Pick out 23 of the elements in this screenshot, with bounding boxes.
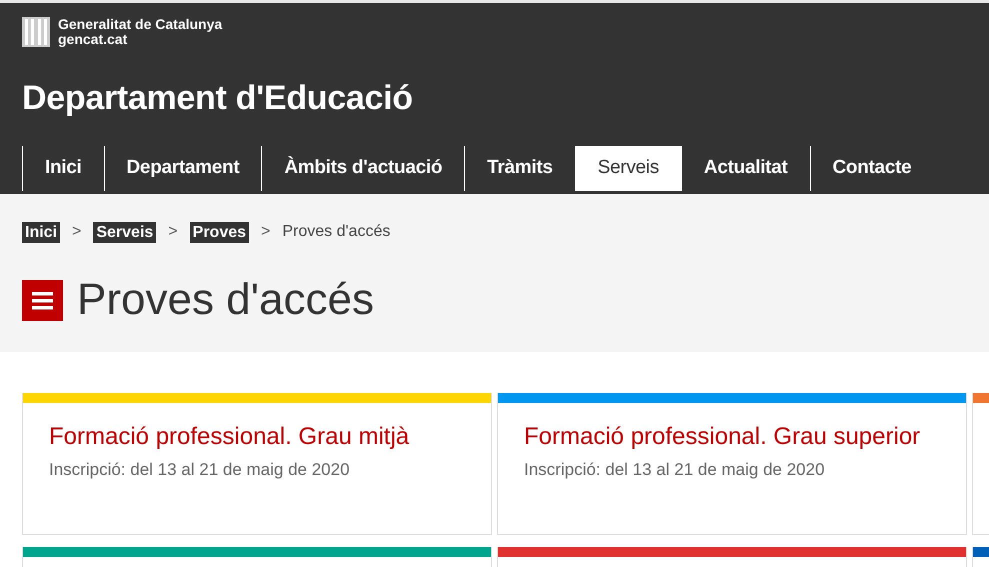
- brand-name: Generalitat de Catalunya: [58, 17, 222, 32]
- nav-tab[interactable]: Inici: [22, 146, 104, 191]
- coat-of-arms-icon: [22, 17, 50, 47]
- menu-icon[interactable]: [22, 280, 63, 320]
- card-title-link[interactable]: Formació professional. Grau mitjà: [49, 420, 449, 453]
- nav-tab[interactable]: Serveis: [574, 146, 681, 191]
- breadcrumb-separator-icon: >: [72, 220, 82, 244]
- brand-site: gencat.cat: [58, 32, 128, 47]
- breadcrumb-separator-icon: >: [168, 220, 178, 244]
- breadcrumb-link[interactable]: Inici: [22, 222, 60, 242]
- breadcrumb-link[interactable]: Proves: [190, 222, 250, 242]
- site-title: Departament d'Educació: [22, 81, 414, 115]
- breadcrumb-separator-icon: >: [261, 220, 270, 244]
- nav-tab[interactable]: Àmbits d'actuació: [261, 146, 464, 191]
- nav-tab[interactable]: Departament: [104, 146, 262, 191]
- card-detail: Inscripció: del 13 al 21 de maig de 2020: [49, 459, 351, 481]
- card-title-link[interactable]: Formació professional. Grau superior: [524, 420, 924, 453]
- card-detail: Inscripció: del 13 al 21 de maig de 2020: [524, 459, 826, 481]
- breadcrumb-link[interactable]: Serveis: [93, 222, 156, 242]
- breadcrumb-current: Proves d'accés: [282, 222, 390, 242]
- nav-tab[interactable]: Contacte: [810, 146, 934, 191]
- nav-tab[interactable]: Actualitat: [680, 146, 810, 191]
- page-title: Proves d'accés: [77, 278, 374, 322]
